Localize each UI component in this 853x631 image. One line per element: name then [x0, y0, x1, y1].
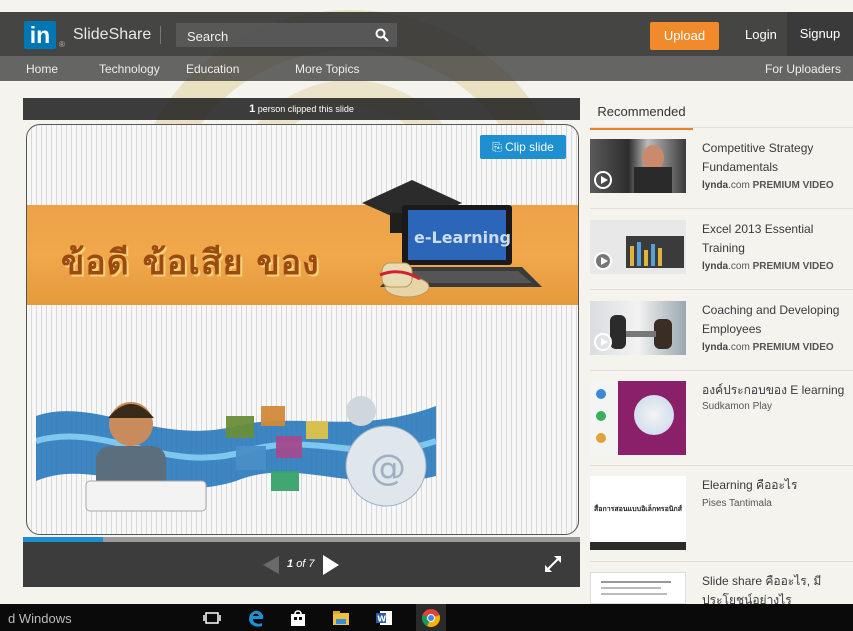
upload-button[interactable]: Upload: [650, 22, 719, 50]
play-icon: [594, 333, 612, 351]
registered-mark: ®: [59, 40, 65, 49]
rec-author: Sudkamon Play: [702, 401, 773, 412]
header-divider: [160, 26, 161, 44]
source-name: lynda: [702, 180, 729, 191]
next-slide-icon[interactable]: [323, 555, 339, 575]
elearning-collage-illustration: @: [36, 396, 436, 512]
premium-tag: PREMIUM VIDEO: [752, 342, 834, 353]
header-bar: in ® SlideShare Upload Login Signup: [0, 12, 853, 56]
nav-education[interactable]: Education: [186, 62, 239, 76]
slide-controls: 1 of 7: [23, 542, 580, 587]
svg-text:W: W: [377, 615, 386, 624]
clip-slide-label: Clip slide: [505, 140, 554, 154]
page-indicator: 1 of 7: [287, 558, 315, 570]
recommended-item[interactable]: Competitive Strategy Fundamentals lynda.…: [590, 139, 853, 199]
linkedin-logo-icon[interactable]: in: [24, 21, 56, 49]
premium-tag: PREMIUM VIDEO: [752, 261, 834, 272]
video-thumbnail: [590, 139, 686, 193]
rec-title: Coaching and Developing Employees: [702, 303, 840, 336]
rec-author: Pises Tantimala: [702, 498, 772, 509]
video-thumbnail: [590, 301, 686, 355]
video-thumbnail: [590, 220, 686, 274]
divider: [590, 208, 853, 209]
activate-windows-text: d Windows: [8, 611, 72, 626]
rec-source: lynda.com PREMIUM VIDEO: [702, 261, 834, 272]
recommended-item[interactable]: Slide share คืออะไร, มีประโยชน์อย่างไร: [590, 572, 853, 604]
clip-slide-button[interactable]: ⎘ Clip slide: [480, 135, 566, 159]
recommended-item[interactable]: Coaching and Developing Employees lynda.…: [590, 301, 853, 361]
rec-title: Competitive Strategy Fundamentals: [702, 141, 814, 174]
divider: [590, 465, 853, 466]
nav-home[interactable]: Home: [26, 62, 58, 76]
rec-source: lynda.com PREMIUM VIDEO: [702, 342, 834, 353]
word-icon[interactable]: W: [374, 608, 394, 628]
store-icon[interactable]: [288, 608, 308, 628]
rec-title: Elearning คืออะไร: [702, 478, 798, 492]
play-icon: [594, 252, 612, 270]
svg-text:@: @: [370, 448, 406, 489]
play-icon: [594, 171, 612, 189]
source-domain: .com: [728, 342, 750, 353]
thumb-text: สื่อการสอนแบบอิเล็กทรอนิกส์: [594, 506, 683, 513]
clip-icon: ⎘: [492, 140, 506, 154]
recommended-item[interactable]: องค์ประกอบของ E learning Sudkamon Play: [590, 381, 853, 455]
search-icon[interactable]: [375, 28, 389, 42]
fullscreen-icon[interactable]: [545, 556, 561, 572]
previous-slide-icon[interactable]: [263, 556, 279, 574]
source-name: lynda: [702, 342, 729, 353]
windows-taskbar: d Windows W: [0, 604, 853, 631]
rec-title: Slide share คืออะไร, มีประโยชน์อย่างไร: [702, 574, 822, 604]
recommended-item[interactable]: สื่อการสอนแบบอิเล็กทรอนิกส์ Elearning คื…: [590, 476, 853, 550]
edge-browser-icon[interactable]: [246, 608, 266, 628]
task-view-icon[interactable]: [202, 608, 222, 628]
page-current: 1: [287, 558, 294, 570]
divider: [590, 561, 853, 562]
source-domain: .com: [728, 180, 750, 191]
slide-thumbnail: สื่อการสอนแบบอิเล็กทรอนิกส์: [590, 476, 686, 550]
page-total: of 7: [296, 558, 315, 570]
file-explorer-icon[interactable]: [331, 608, 351, 628]
nav-for-uploaders[interactable]: For Uploaders: [765, 62, 841, 76]
search-input[interactable]: [176, 23, 379, 49]
clip-count-text: person clipped this slide: [257, 104, 354, 114]
laptop-screen-text: e-Learning: [414, 228, 511, 247]
rec-title: Excel 2013 Essential Training: [702, 222, 814, 255]
brand-name[interactable]: SlideShare: [73, 26, 151, 44]
divider: [590, 289, 853, 290]
premium-tag: PREMIUM VIDEO: [752, 180, 834, 191]
source-domain: .com: [728, 261, 750, 272]
tab-recommended[interactable]: Recommended: [590, 98, 693, 130]
slide-title: ข้อดี ข้อเสีย ของ: [61, 243, 320, 283]
nav-technology[interactable]: Technology: [99, 62, 160, 76]
chrome-icon[interactable]: [421, 608, 441, 628]
nav-more-topics[interactable]: More Topics: [295, 62, 359, 76]
tab-underline: [590, 127, 853, 128]
laptop-graduation-illustration: e-Learning: [362, 180, 542, 298]
clip-count: 1: [249, 103, 256, 115]
login-link[interactable]: Login: [745, 27, 777, 42]
rec-source: lynda.com PREMIUM VIDEO: [702, 180, 834, 191]
slide-thumbnail: [590, 572, 686, 604]
clip-count-bar: 1 person clipped this slide: [23, 98, 580, 120]
divider: [590, 370, 853, 371]
topic-nav: Home Technology Education More Topics Fo…: [0, 56, 853, 81]
rec-title: องค์ประกอบของ E learning: [702, 383, 845, 397]
signup-button[interactable]: Signup: [787, 12, 853, 56]
slide-thumbnail: [590, 381, 686, 455]
search-box: [176, 23, 397, 49]
source-name: lynda: [702, 261, 729, 272]
recommended-item[interactable]: Excel 2013 Essential Training lynda.com …: [590, 220, 853, 280]
